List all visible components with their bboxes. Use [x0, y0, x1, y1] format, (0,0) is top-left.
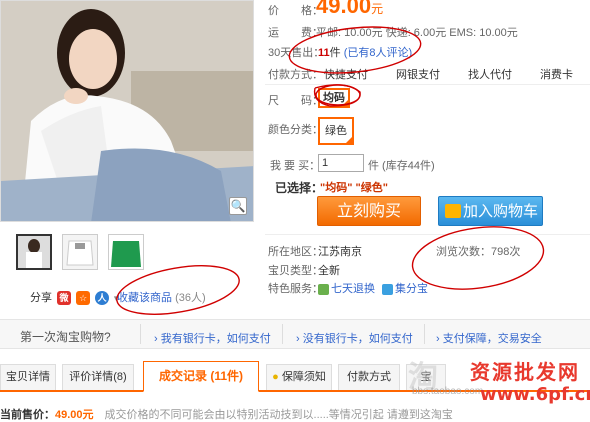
- tab-item-details[interactable]: 宝贝详情: [0, 364, 56, 390]
- add-to-cart-button[interactable]: 加入购物车: [438, 196, 543, 226]
- watermark-url: bbs.taobao.com: [412, 386, 484, 397]
- favorite-link[interactable]: 收藏该商品 (36人): [117, 289, 206, 305]
- watermark-site-name: 资源批发网: [470, 360, 580, 384]
- thumbnail-1[interactable]: [16, 234, 52, 270]
- zoom-icon[interactable]: 🔍: [229, 197, 247, 215]
- weibo-icon[interactable]: 微: [57, 291, 72, 306]
- link-payment-security[interactable]: › 支付保障，交易安全: [436, 330, 542, 346]
- tab-guarantee[interactable]: ● 保障须知: [266, 364, 332, 390]
- payment-option-proxy[interactable]: 找人代付: [468, 66, 512, 82]
- location-label: 所在地区：: [268, 246, 323, 258]
- sold-value: 11件 (已有8人评论): [318, 47, 413, 59]
- renren-icon[interactable]: 人: [95, 291, 110, 306]
- divider: [265, 234, 590, 235]
- view-count: 浏览次数：798次: [436, 246, 521, 258]
- payment-option-card[interactable]: 消费卡: [540, 66, 573, 82]
- type-value: 全新: [318, 265, 340, 277]
- service-jifenbao[interactable]: 集分宝: [382, 280, 428, 296]
- favorite-count: (36人): [175, 292, 206, 304]
- divider: [265, 84, 590, 85]
- color-label: 颜色分类：: [268, 124, 323, 136]
- service-label: 特色服务：: [268, 283, 323, 295]
- shipping-label: 运 费：: [268, 27, 323, 39]
- chosen-label: 已选择：: [275, 181, 324, 195]
- watermark-site-url: www.6pf.cn: [480, 384, 590, 405]
- price-value: 49.00元: [316, 0, 384, 18]
- link-no-bank-card[interactable]: › 没有银行卡，如何支付: [296, 330, 413, 346]
- sold-label: 30天售出：: [268, 47, 325, 59]
- quantity-input[interactable]: 1: [318, 154, 364, 172]
- check-icon: [318, 283, 329, 295]
- chosen-value: "均码" "绿色": [320, 182, 388, 194]
- price-label: 价 格：: [268, 5, 323, 17]
- type-label: 宝贝类型：: [268, 265, 323, 277]
- divider: [282, 324, 283, 344]
- bottom-price-note: 当前售价：49.00元 成交价格的不同可能会由以特别活动技到以.....等情况引…: [0, 409, 453, 421]
- favorite-label[interactable]: 收藏该商品: [117, 292, 172, 304]
- tab-reviews[interactable]: 评价详情(8): [62, 364, 134, 390]
- reviews-link[interactable]: (已有8人评论): [344, 47, 412, 59]
- service-seven-day-return[interactable]: 七天退换: [318, 280, 375, 296]
- first-time-text: 第一次淘宝购物?: [20, 330, 111, 344]
- link-have-bank-card[interactable]: › 我有银行卡，如何支付: [154, 330, 271, 346]
- product-photo[interactable]: 🔍: [0, 0, 254, 222]
- share-row: 分享 微 ☆ 人 ▼: [30, 289, 120, 306]
- share-label: 分享: [30, 292, 52, 304]
- shipping-value: 平邮: 10.00元 快递: 6.00元 EMS: 10.00元: [316, 27, 518, 39]
- payment-option-quick[interactable]: 快捷支付: [324, 66, 368, 82]
- guarantee-icon: ●: [272, 371, 279, 383]
- size-label: 尺 码：: [268, 95, 323, 107]
- color-option[interactable]: 绿色: [318, 117, 354, 145]
- model-photo-illustration: [1, 1, 253, 221]
- tab-transactions[interactable]: 成交记录 (11件): [143, 361, 259, 392]
- divider: [140, 324, 141, 344]
- buy-now-button[interactable]: 立刻购买: [317, 196, 421, 226]
- location-value: 江苏南京: [318, 246, 362, 258]
- thumbnail-2[interactable]: [62, 234, 98, 270]
- qzone-icon[interactable]: ☆: [76, 291, 91, 306]
- sold-count: 11: [318, 47, 330, 59]
- thumbnail-3[interactable]: [108, 234, 144, 270]
- cart-icon: [445, 204, 461, 218]
- divider: [424, 324, 425, 344]
- stock-info: 件 (库存44件): [368, 160, 435, 172]
- quantity-label: 我 要 买：: [270, 160, 321, 172]
- jifenbao-icon: [382, 283, 393, 295]
- size-option[interactable]: 均码: [318, 88, 350, 108]
- payment-label: 付款方式：: [268, 69, 323, 81]
- tab-payment-methods[interactable]: 付款方式: [338, 364, 400, 390]
- payment-option-bank[interactable]: 网银支付: [396, 66, 440, 82]
